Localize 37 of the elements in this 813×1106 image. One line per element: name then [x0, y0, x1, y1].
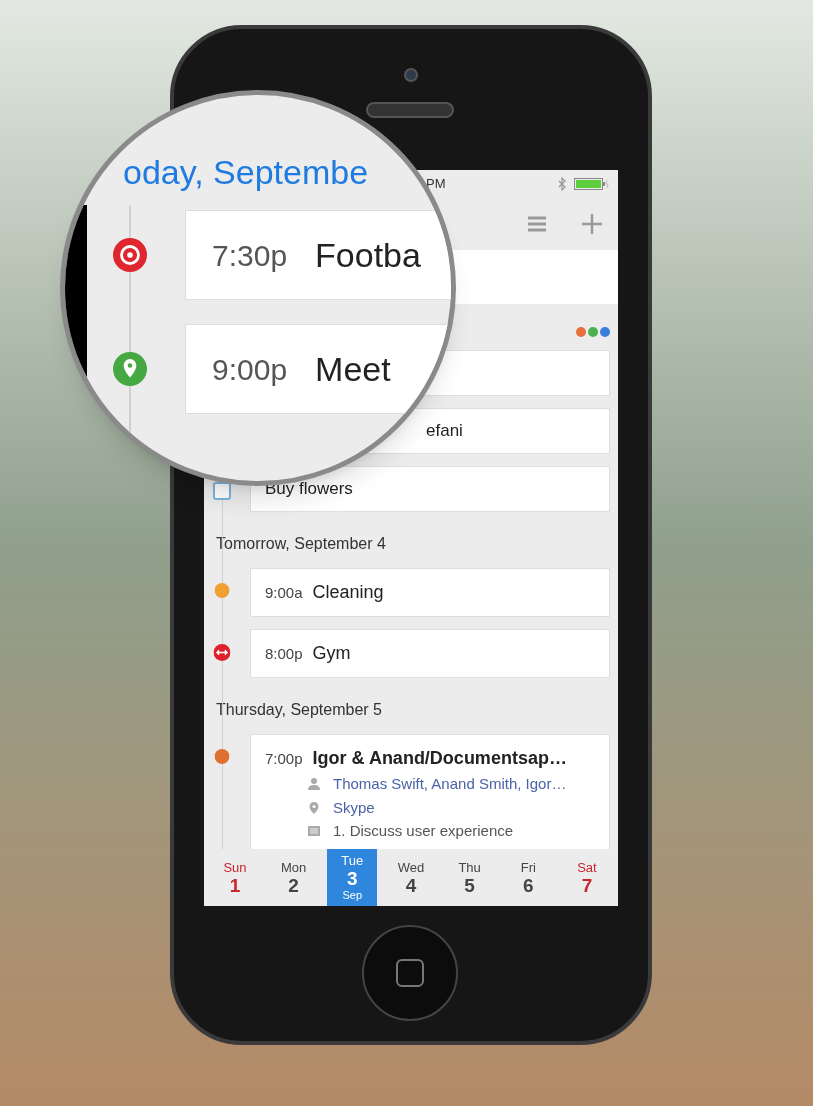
event-card[interactable]: 7:00p Igor & Anand/Documentsap… Thomas Swift, Anand Smith, Igor… Skype 1. Discuss user experience — [250, 734, 610, 849]
day-tab[interactable]: Tue 3 Sep — [327, 849, 378, 906]
notes-icon — [307, 824, 321, 839]
event-title: Cleaning — [312, 581, 384, 604]
day-tab[interactable]: Wed 4 — [385, 849, 436, 906]
event-title: Footba — [315, 234, 421, 276]
checkbox[interactable] — [213, 482, 231, 500]
day-heading: Tomorrow, September 4 — [215, 534, 387, 554]
day-heading: Thursday, September 5 — [215, 700, 383, 720]
day-tab[interactable]: Sun 1 — [210, 849, 260, 906]
day-tab[interactable]: Sat 7 — [561, 849, 612, 906]
list-icon[interactable] — [528, 216, 546, 232]
event-title: Igor & Anand/Documentsap… — [312, 747, 567, 770]
location-text: Skype — [333, 797, 375, 818]
event-time: 7:30p — [212, 237, 288, 274]
event-card[interactable]: 7:30p Footba — [185, 210, 451, 300]
event-title: efani — [426, 420, 463, 443]
event-title: Meet — [315, 348, 391, 390]
battery-icon — [574, 178, 610, 190]
day-heading: oday, Septembe — [123, 152, 369, 193]
add-icon[interactable] — [582, 214, 602, 234]
event-time: 9:00a — [265, 583, 303, 603]
day-tab[interactable]: Thu 5 — [444, 849, 495, 906]
location-pin-icon — [307, 800, 321, 815]
day-tab[interactable]: Mon 2 — [268, 849, 319, 906]
event-time: 7:00p — [265, 749, 303, 769]
status-time: PM — [426, 175, 446, 194]
person-icon — [307, 777, 321, 792]
attendees-text: Thomas Swift, Anand Smith, Igor… — [333, 774, 567, 794]
notes-text: 1. Discuss user experience — [333, 821, 514, 841]
event-card[interactable]: 9:00a Cleaning — [250, 568, 610, 617]
bluetooth-icon — [558, 177, 566, 191]
event-time: 9:00p — [212, 351, 288, 388]
day-tab[interactable]: Fri 6 — [503, 849, 554, 906]
event-card[interactable]: 8:00p Gym — [250, 629, 610, 678]
event-title: Gym — [312, 642, 351, 665]
event-time: 8:00p — [265, 644, 303, 664]
